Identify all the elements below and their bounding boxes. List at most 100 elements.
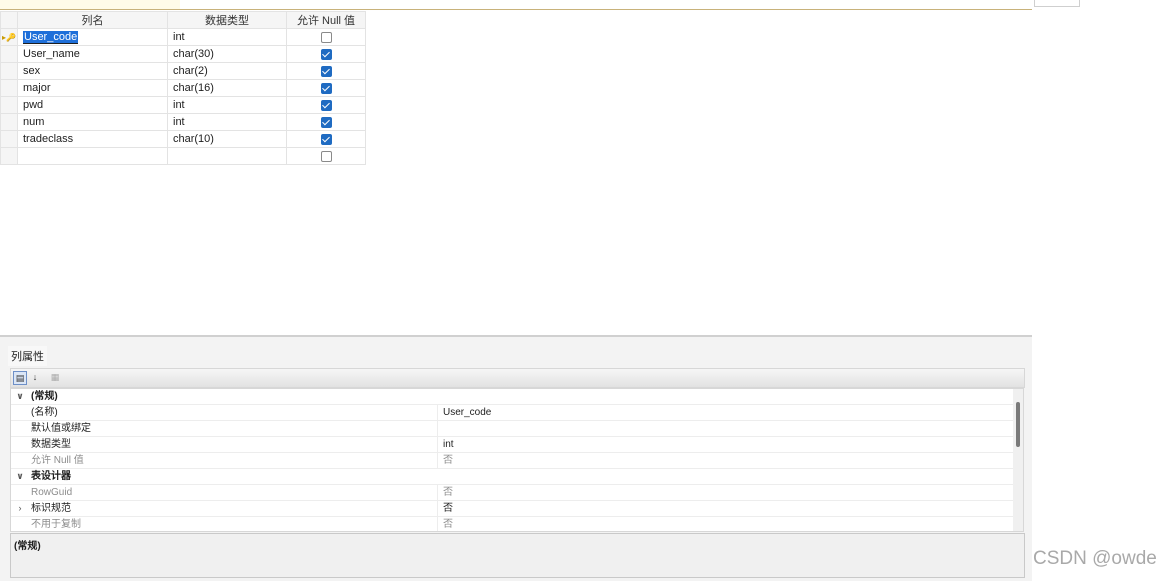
sort-alphabetical-icon[interactable]: ↓ — [29, 371, 41, 383]
property-value[interactable]: 否 — [443, 453, 453, 468]
allow-null-cell — [286, 130, 366, 148]
column-name-cell[interactable] — [17, 147, 168, 165]
column-name-text: User_name — [23, 48, 80, 60]
column-name-cell[interactable]: User_code — [17, 28, 168, 46]
column-splitter — [437, 501, 438, 516]
header-column-name[interactable]: 列名 — [17, 11, 168, 29]
property-name: RowGuid — [31, 487, 73, 498]
column-name-cell[interactable]: pwd — [17, 96, 168, 114]
allow-null-checkbox[interactable] — [320, 150, 332, 162]
description-title: (常规) — [14, 541, 41, 552]
tab-column-properties[interactable]: 列属性 — [8, 346, 47, 368]
column-name-cell[interactable]: sex — [17, 62, 168, 80]
primary-key-icon: ▸🔑 — [2, 33, 16, 42]
row-selector[interactable] — [0, 45, 18, 63]
row-selector[interactable] — [0, 62, 18, 80]
row-selector[interactable] — [0, 96, 18, 114]
row-selector[interactable] — [0, 130, 18, 148]
column-name-editor[interactable]: User_code — [23, 30, 79, 44]
column-name-cell[interactable]: num — [17, 113, 168, 131]
allow-null-checkbox[interactable] — [320, 65, 332, 77]
grid-row[interactable]: num int — [0, 113, 366, 131]
top-right-edge — [1034, 0, 1080, 7]
column-name-text: num — [23, 116, 45, 128]
allow-null-cell — [286, 28, 366, 46]
property-row[interactable]: 不用于复制 否 — [11, 517, 1014, 531]
column-splitter — [437, 517, 438, 531]
data-type-cell[interactable]: int — [167, 28, 287, 46]
chevron-right-icon[interactable]: › — [13, 501, 27, 516]
property-name: 表设计器 — [31, 471, 71, 482]
column-name-text: sex — [23, 65, 41, 77]
data-type-cell[interactable]: int — [167, 96, 287, 114]
column-name-text: User_code — [23, 30, 79, 43]
chevron-down-icon[interactable]: ∨ — [13, 469, 27, 484]
allow-null-checkbox[interactable] — [320, 99, 332, 111]
column-splitter — [437, 485, 438, 500]
allow-null-checkbox[interactable] — [320, 31, 332, 43]
scroll-thumb[interactable] — [1016, 402, 1020, 447]
property-value[interactable]: User_code — [443, 405, 491, 420]
grid-header-row: 列名 数据类型 允许 Null 值 — [0, 11, 366, 29]
grid-row[interactable]: pwd int — [0, 96, 366, 114]
grid-row[interactable]: major char(16) — [0, 79, 366, 97]
allow-null-cell — [286, 62, 366, 80]
property-value[interactable]: 否 — [443, 517, 453, 531]
allow-null-cell — [286, 147, 366, 165]
property-scrollbar[interactable] — [1013, 388, 1024, 532]
property-row[interactable]: 允许 Null 值 否 — [11, 453, 1014, 469]
data-type-cell[interactable]: char(30) — [167, 45, 287, 63]
property-value[interactable]: 否 — [443, 485, 453, 500]
row-selector[interactable]: ▸🔑 — [0, 28, 18, 46]
allow-null-checkbox[interactable] — [320, 133, 332, 145]
data-type-cell[interactable]: char(2) — [167, 62, 287, 80]
property-row[interactable]: › 标识规范 否 — [11, 501, 1014, 517]
grid-row[interactable]: ▸🔑 User_code int — [0, 28, 366, 46]
column-name-text: pwd — [23, 99, 44, 111]
property-value[interactable]: int — [443, 437, 454, 452]
allow-null-checkbox[interactable] — [320, 48, 332, 60]
data-type-cell[interactable]: int — [167, 113, 287, 131]
header-data-type[interactable]: 数据类型 — [167, 11, 287, 29]
column-name-cell[interactable]: tradeclass — [17, 130, 168, 148]
property-row[interactable]: (名称) User_code — [11, 405, 1014, 421]
property-name: 默认值或绑定 — [31, 423, 91, 434]
grid-row[interactable]: User_name char(30) — [0, 45, 366, 63]
allow-null-cell — [286, 45, 366, 63]
allow-null-checkbox[interactable] — [320, 82, 332, 94]
property-category[interactable]: ∨ 表设计器 — [11, 469, 1014, 485]
column-properties-panel: 列属性 ▤ ↓ ▦ ∨ (常规) (名称) User_code 默认值或绑定 数据类型 in… — [0, 335, 1032, 581]
column-name-text: tradeclass — [23, 133, 74, 145]
row-selector[interactable] — [0, 113, 18, 131]
header-allow-null[interactable]: 允许 Null 值 — [286, 11, 366, 29]
row-selector[interactable] — [0, 147, 18, 165]
categorized-icon[interactable]: ▤ — [13, 371, 27, 385]
property-name: 标识规范 — [31, 503, 71, 514]
data-type-cell[interactable]: char(16) — [167, 79, 287, 97]
top-divider — [0, 9, 1032, 10]
data-type-cell[interactable] — [167, 147, 287, 165]
grid-row[interactable]: tradeclass char(10) — [0, 130, 366, 148]
property-name: 允许 Null 值 — [31, 455, 84, 466]
property-value[interactable]: 否 — [443, 501, 453, 516]
property-row[interactable]: 默认值或绑定 — [11, 421, 1014, 437]
property-name: 数据类型 — [31, 439, 71, 450]
allow-null-checkbox[interactable] — [320, 116, 332, 128]
column-name-cell[interactable]: major — [17, 79, 168, 97]
property-name: 不用于复制 — [31, 519, 81, 530]
property-category[interactable]: ∨ (常规) — [11, 389, 1014, 405]
row-selector[interactable] — [0, 79, 18, 97]
column-splitter — [437, 421, 438, 436]
allow-null-cell — [286, 96, 366, 114]
chevron-down-icon[interactable]: ∨ — [13, 389, 27, 404]
property-row[interactable]: RowGuid 否 — [11, 485, 1014, 501]
grid-row[interactable]: sex char(2) — [0, 62, 366, 80]
property-pages-icon[interactable]: ▦ — [49, 371, 61, 383]
allow-null-cell — [286, 79, 366, 97]
column-splitter — [437, 453, 438, 468]
grid-row[interactable] — [0, 147, 366, 165]
column-splitter — [437, 437, 438, 452]
property-row[interactable]: 数据类型 int — [11, 437, 1014, 453]
column-name-cell[interactable]: User_name — [17, 45, 168, 63]
data-type-cell[interactable]: char(10) — [167, 130, 287, 148]
